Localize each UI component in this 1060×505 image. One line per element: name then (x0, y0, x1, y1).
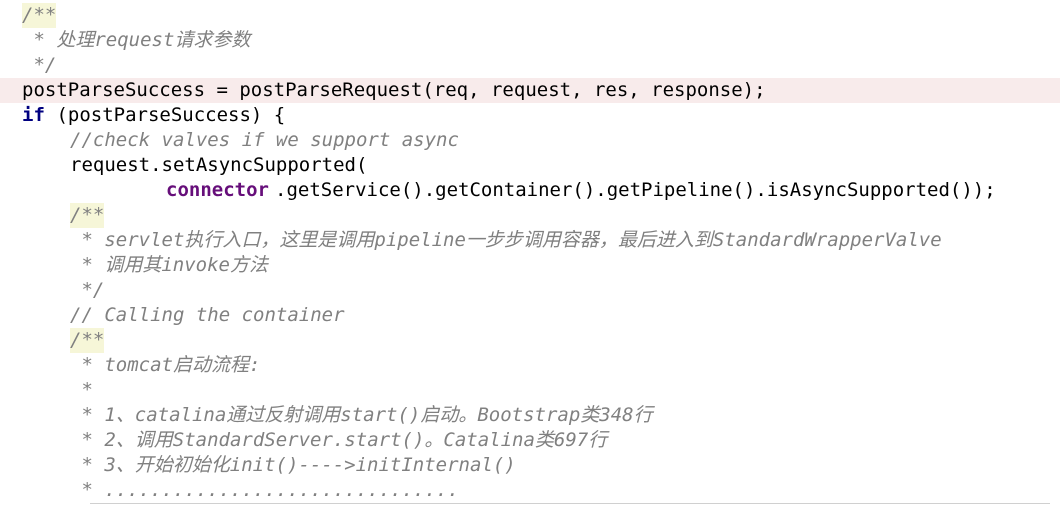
code-line-doc2-invoke: * 调用其invoke方法 (0, 253, 1060, 278)
code-line-comment-valves: //check valves if we support async (0, 128, 1060, 153)
if-condition: (postParseSuccess) { (45, 104, 286, 126)
method-chain: .getService().getContainer().getPipeline… (275, 179, 996, 201)
field-connector: connector (166, 179, 269, 201)
doc-comment-open: /** (22, 3, 57, 28)
line-comment-valves: //check valves if we support async (70, 129, 459, 151)
statement-set-async: request.setAsyncSupported( (70, 154, 368, 176)
code-line-doc3-ellipsis: * ............................... (0, 478, 1060, 503)
code-line-if: if (postParseSuccess) { (0, 103, 1060, 128)
doc-comment-close: */ (70, 279, 105, 301)
divider (90, 503, 1050, 504)
code-line-doc2-close: */ (0, 278, 1060, 303)
code-line-doc2-servlet: * servlet执行入口，这里是调用pipeline一步步调用容器，最后进入到… (0, 228, 1060, 253)
line-comment-calling: // Calling the container (70, 304, 345, 326)
keyword-if: if (22, 104, 45, 126)
code-line-doc3-blank: * (0, 378, 1060, 403)
code-line-doc2-open: /** (0, 203, 1060, 228)
doc-comment-open: /** (70, 328, 105, 353)
doc-comment-open: /** (70, 203, 105, 228)
code-line-doc3-open: /** (0, 328, 1060, 353)
code-line-doc-open: /** (0, 3, 1060, 28)
code-line-doc3-step3: * 3、开始初始化init()---->initInternal() (0, 453, 1060, 478)
doc-comment-text: * 处理request请求参数 (22, 29, 251, 51)
code-line-doc-close: */ (0, 53, 1060, 78)
doc-comment-close: */ (22, 54, 57, 76)
doc-comment-text: * 调用其invoke方法 (70, 254, 268, 276)
code-line-doc-desc: * 处理request请求参数 (0, 28, 1060, 53)
code-line-doc3-title: * tomcat启动流程: (0, 353, 1060, 378)
code-line-comment-calling: // Calling the container (0, 303, 1060, 328)
doc-comment-text: * (70, 379, 93, 401)
doc-comment-text: * tomcat启动流程: (70, 354, 261, 376)
code-line-doc3-step1: * 1、catalina通过反射调用start()启动。Bootstrap类34… (0, 403, 1060, 428)
doc-comment-text: * 3、开始初始化init()---->initInternal() (70, 454, 516, 476)
doc-comment-text: * servlet执行入口，这里是调用pipeline一步步调用容器，最后进入到… (70, 229, 942, 251)
code-line-set-async: request.setAsyncSupported( (0, 153, 1060, 178)
doc-comment-text: * 2、调用StandardServer.start()。Catalina类69… (70, 429, 608, 451)
statement-post-parse: postParseSuccess = postParseRequest(req,… (22, 79, 766, 101)
code-editor[interactable]: /** * 处理request请求参数 */ postParseSuccess … (0, 0, 1060, 505)
doc-comment-text: * 1、catalina通过反射调用start()启动。Bootstrap类34… (70, 404, 653, 426)
code-line-connector: connector .getService().getContainer().g… (0, 178, 1060, 203)
code-line-doc3-step2: * 2、调用StandardServer.start()。Catalina类69… (0, 428, 1060, 453)
code-line-current[interactable]: postParseSuccess = postParseRequest(req,… (0, 78, 1060, 103)
doc-comment-text: * ............................... (70, 479, 459, 501)
